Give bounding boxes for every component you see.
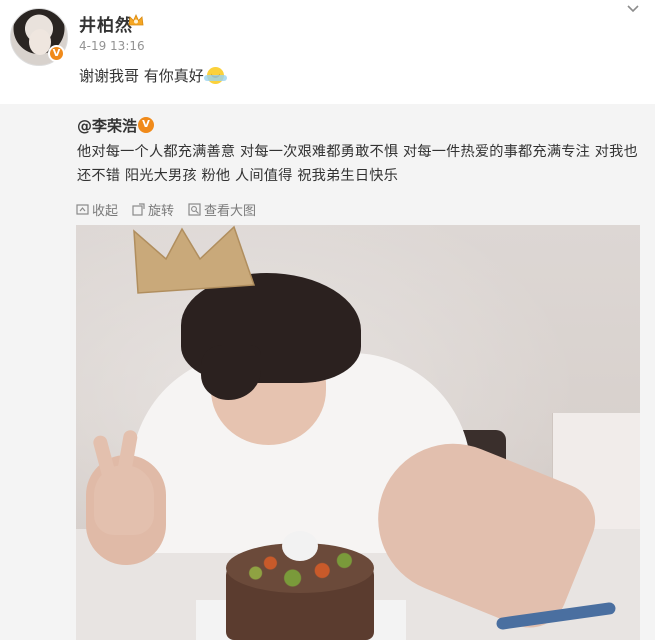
crown-badge-icon [128,13,144,28]
collapse-button[interactable]: 收起 [76,200,119,219]
rotate-button[interactable]: 旋转 [132,200,175,219]
post-username[interactable]: 井柏然 [79,11,133,36]
collapse-label: 收起 [92,203,119,219]
view-large-image-button[interactable]: 查看大图 [188,200,257,219]
verified-badge-icon: V [48,45,65,62]
original-post-text: 他对每一个人都充满善意 对每一次艰难都勇敢不惧 对每一件热爱的事都充满专注 对我… [77,144,638,184]
rotate-icon [132,202,145,216]
post-text: 谢谢我哥 有你真好 [79,67,204,85]
verified-badge-icon: V [138,117,154,133]
touched-emoji-icon [203,67,227,84]
magnify-icon [188,202,201,216]
post-text-row: 谢谢我哥 有你真好 [79,65,227,86]
post-timestamp[interactable]: 4-19 13:16 [79,39,145,53]
photo-cake-flower [282,531,318,561]
birthday-photo[interactable] [76,225,640,640]
original-author[interactable]: @李荣浩 [77,115,137,136]
rotate-label: 旋转 [148,203,175,219]
view-large-label: 查看大图 [204,203,257,219]
collapse-icon [76,203,89,215]
paper-crown-icon [133,225,256,294]
repost-block[interactable]: @李荣浩 V 他对每一个人都充满善意 对每一次艰难都勇敢不惧 对每一件热爱的事都… [0,104,655,640]
photo-hand [94,465,154,535]
image-toolbar: 收起 旋转 查看大图 [76,200,257,219]
chevron-down-icon[interactable] [627,5,639,17]
weibo-post: V 井柏然 4-19 13:16 谢谢我哥 有你真好 [0,0,655,104]
